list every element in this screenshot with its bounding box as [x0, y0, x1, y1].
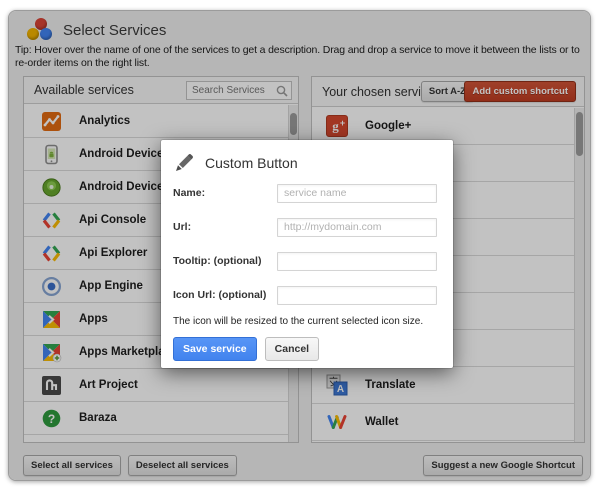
select-services-page: Select Services Tip: Hover over the name… — [0, 0, 600, 489]
cancel-button[interactable]: Cancel — [265, 337, 319, 361]
modal-buttons: Save service Cancel — [161, 327, 453, 361]
field-label: Name: — [173, 187, 277, 199]
field-label: Icon Url: (optional) — [173, 289, 277, 301]
modal-field-row: Icon Url: (optional) — [161, 278, 453, 312]
field-input[interactable] — [277, 252, 437, 271]
field-label: Tooltip: (optional) — [173, 255, 277, 267]
modal-title: Custom Button — [205, 155, 298, 171]
custom-button-modal: Custom Button Name: Url: Tooltip: (optio… — [161, 140, 453, 368]
pencil-icon — [173, 152, 195, 174]
modal-fields: Name: Url: Tooltip: (optional) Icon Url:… — [161, 176, 453, 312]
save-service-button[interactable]: Save service — [173, 337, 257, 361]
field-input[interactable] — [277, 184, 437, 203]
modal-field-row: Url: — [161, 210, 453, 244]
modal-header: Custom Button — [161, 140, 453, 176]
modal-note: The icon will be resized to the current … — [161, 312, 453, 327]
field-input[interactable] — [277, 286, 437, 305]
modal-field-row: Tooltip: (optional) — [161, 244, 453, 278]
modal-field-row: Name: — [161, 176, 453, 210]
field-input[interactable] — [277, 218, 437, 237]
field-label: Url: — [173, 221, 277, 233]
